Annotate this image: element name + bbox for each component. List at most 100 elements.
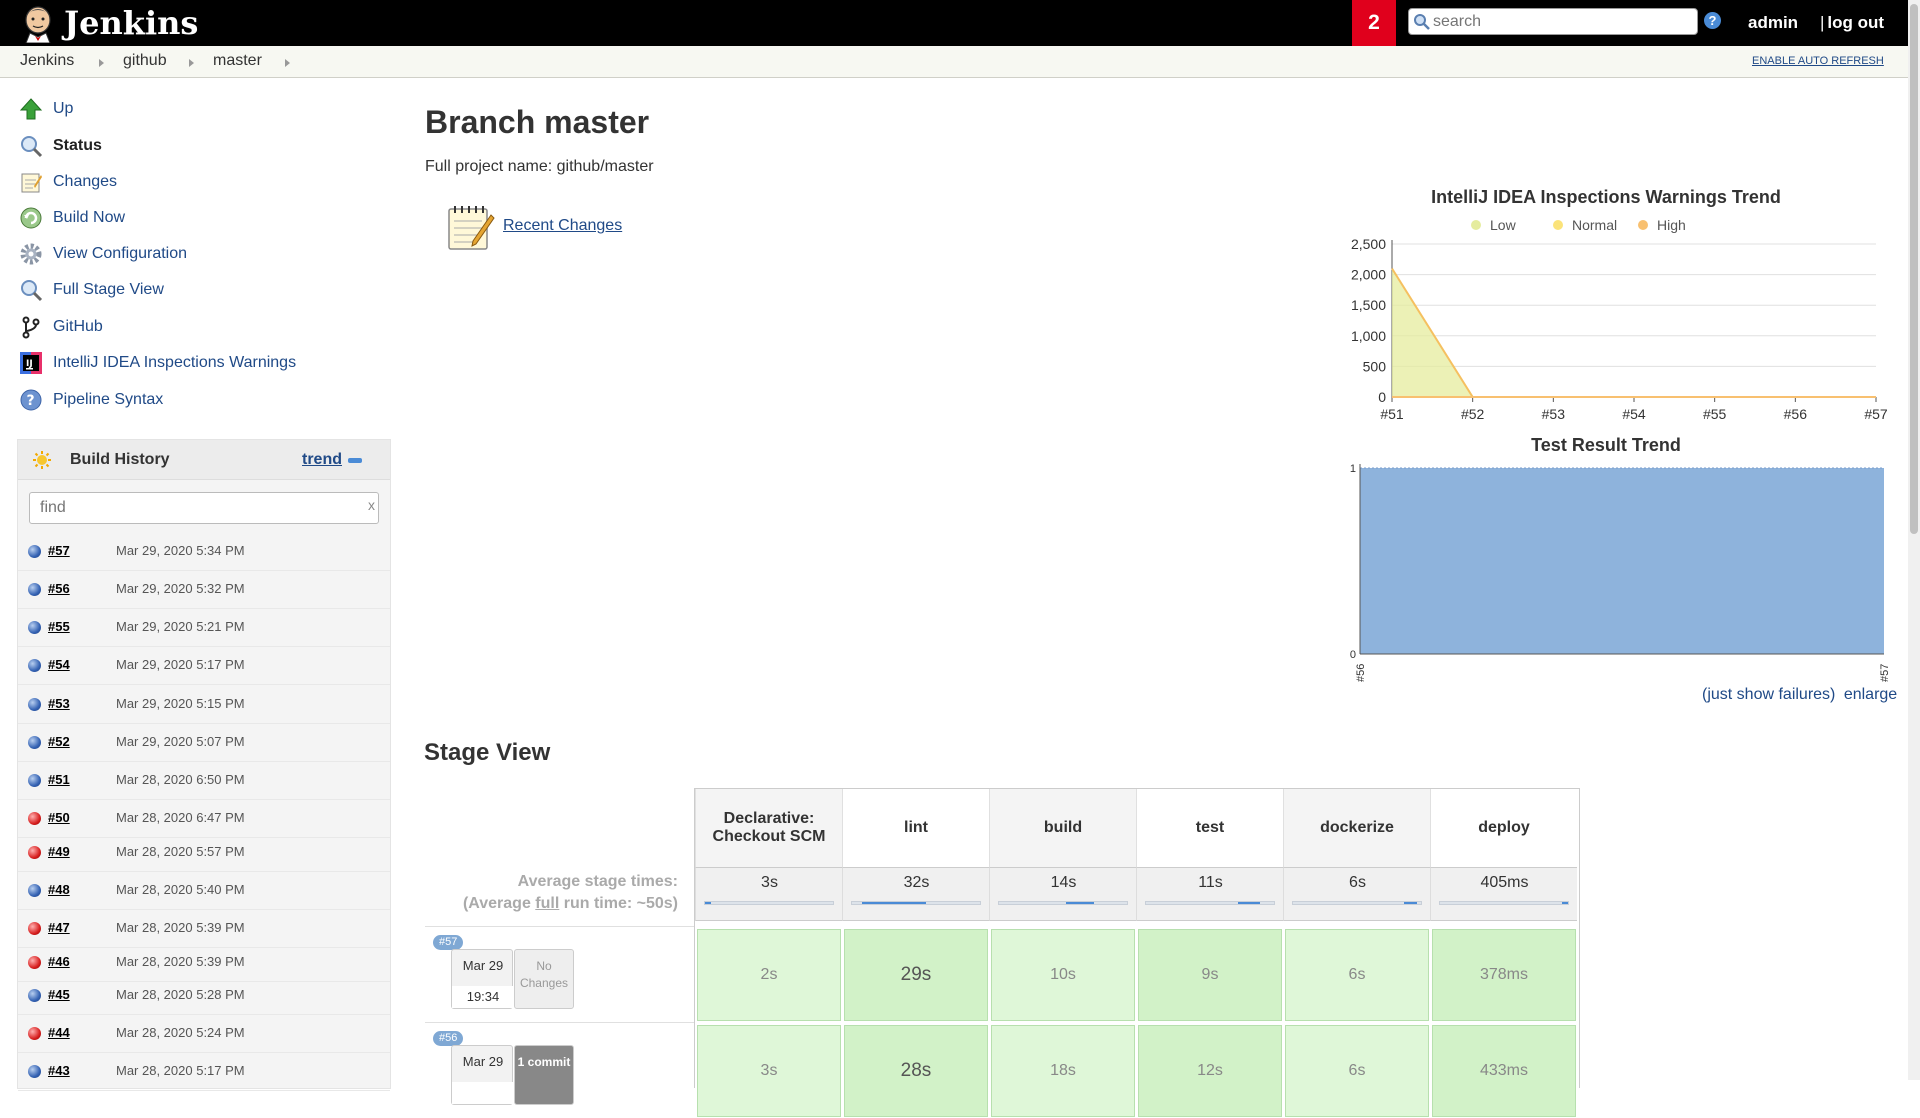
task-full-stage-view[interactable]: Full Stage View — [18, 276, 164, 304]
stage-cell[interactable]: 6s — [1285, 929, 1429, 1021]
stage-cell[interactable]: 3s — [697, 1025, 841, 1117]
build-number-link[interactable]: #49 — [48, 844, 70, 859]
build-number-link[interactable]: #47 — [48, 920, 70, 935]
notification-badge[interactable]: 2 — [1352, 0, 1396, 46]
stage-cell[interactable]: 2s — [697, 929, 841, 1021]
build-date[interactable]: Mar 29, 2020 5:17 PM — [116, 657, 245, 672]
build-row[interactable]: #49 Mar 28, 2020 5:57 PM — [18, 836, 390, 872]
breadcrumb-github[interactable]: github — [123, 52, 167, 70]
breadcrumb-arrow-icon[interactable] — [189, 59, 194, 67]
task-intellij-warnings[interactable]: IJ IntelliJ IDEA Inspections Warnings — [18, 349, 296, 377]
just-show-failures-link[interactable]: (just show failures) — [1702, 686, 1835, 703]
build-number-link[interactable]: #57 — [48, 543, 70, 558]
run-badge[interactable]: #57 — [433, 935, 464, 950]
enlarge-link[interactable]: enlarge — [1844, 686, 1897, 703]
build-date[interactable]: Mar 29, 2020 5:21 PM — [116, 619, 245, 634]
build-date[interactable]: Mar 29, 2020 5:32 PM — [116, 581, 245, 596]
build-date[interactable]: Mar 28, 2020 5:39 PM — [116, 920, 245, 935]
build-row[interactable]: #52 Mar 29, 2020 5:07 PM — [18, 726, 390, 762]
build-find-box[interactable]: x — [29, 492, 379, 524]
build-row[interactable]: #46 Mar 28, 2020 5:39 PM — [18, 946, 390, 982]
build-date[interactable]: Mar 28, 2020 5:17 PM — [116, 1063, 245, 1078]
enable-auto-refresh-link[interactable]: ENABLE AUTO REFRESH — [1752, 55, 1884, 67]
build-row[interactable]: #47 Mar 28, 2020 5:39 PM — [18, 912, 390, 948]
stage-cell[interactable]: 18s — [991, 1025, 1135, 1117]
run-changes[interactable]: 1 commit — [514, 1045, 574, 1105]
build-number-link[interactable]: #45 — [48, 987, 70, 1002]
build-date[interactable]: Mar 28, 2020 5:24 PM — [116, 1025, 245, 1040]
build-date[interactable]: Mar 29, 2020 5:34 PM — [116, 543, 245, 558]
stage-cell[interactable]: 9s — [1138, 929, 1282, 1021]
build-number-link[interactable]: #43 — [48, 1063, 70, 1078]
build-row[interactable]: #48 Mar 28, 2020 5:40 PM — [18, 874, 390, 910]
collapse-icon[interactable] — [348, 458, 362, 463]
build-row[interactable]: #54 Mar 29, 2020 5:17 PM — [18, 649, 390, 685]
build-row[interactable]: #50 Mar 28, 2020 6:47 PM — [18, 802, 390, 838]
user-link[interactable]: admin — [1748, 13, 1798, 33]
build-status-icon — [28, 545, 41, 558]
build-number-link[interactable]: #44 — [48, 1025, 70, 1040]
task-view-configuration[interactable]: View Configuration — [18, 240, 187, 268]
build-find-input[interactable] — [40, 497, 340, 519]
vertical-scrollbar[interactable] — [1908, 0, 1920, 1080]
build-number-link[interactable]: #48 — [48, 882, 70, 897]
scrollbar-thumb[interactable] — [1910, 4, 1918, 534]
help-icon[interactable]: ? — [1704, 12, 1721, 29]
build-date[interactable]: Mar 28, 2020 5:28 PM — [116, 987, 245, 1002]
task-github[interactable]: GitHub — [18, 313, 103, 341]
run-changes[interactable]: No Changes — [514, 949, 574, 1009]
task-build-now[interactable]: Build Now — [18, 204, 125, 232]
build-number-link[interactable]: #55 — [48, 619, 70, 634]
search-box[interactable] — [1408, 8, 1698, 35]
jenkins-logo[interactable]: Jenkins — [18, 2, 198, 44]
build-number-link[interactable]: #56 — [48, 581, 70, 596]
logout-link[interactable]: | log out — [1820, 13, 1884, 33]
stage-cell[interactable]: 12s — [1138, 1025, 1282, 1117]
build-row[interactable]: #55 Mar 29, 2020 5:21 PM — [18, 611, 390, 647]
build-row[interactable]: #45 Mar 28, 2020 5:28 PM — [18, 979, 390, 1015]
build-row[interactable]: #43 Mar 28, 2020 5:17 PM — [18, 1055, 390, 1091]
build-date[interactable]: Mar 28, 2020 5:39 PM — [116, 954, 245, 969]
breadcrumb-master[interactable]: master — [213, 52, 262, 70]
task-up[interactable]: Up — [18, 95, 73, 123]
pipeline-run[interactable]: #56 Mar 29 1 commit — [425, 1022, 694, 1118]
build-date[interactable]: Mar 29, 2020 5:15 PM — [116, 696, 245, 711]
test-result-trend-chart[interactable]: Test Result Trend 0 1 count #56 #57 — [1336, 432, 1896, 682]
task-status[interactable]: Status — [18, 132, 102, 160]
run-badge[interactable]: #56 — [433, 1031, 464, 1046]
build-row[interactable]: #44 Mar 28, 2020 5:24 PM — [18, 1017, 390, 1053]
build-row[interactable]: #57 Mar 29, 2020 5:34 PM — [18, 535, 390, 571]
build-row[interactable]: #51 Mar 28, 2020 6:50 PM — [18, 764, 390, 800]
sun-icon — [33, 451, 51, 469]
build-date[interactable]: Mar 28, 2020 5:40 PM — [116, 882, 245, 897]
build-date[interactable]: Mar 28, 2020 5:57 PM — [116, 844, 245, 859]
breadcrumb-arrow-icon[interactable] — [285, 59, 290, 67]
recent-changes-link[interactable]: Recent Changes — [503, 217, 622, 235]
pipeline-run[interactable]: #57 Mar 29 19:34 No Changes — [425, 926, 694, 1022]
breadcrumb-jenkins[interactable]: Jenkins — [20, 52, 74, 70]
stage-cell[interactable]: 10s — [991, 929, 1135, 1021]
task-changes[interactable]: Changes — [18, 168, 117, 196]
clear-find-icon[interactable]: x — [368, 497, 375, 513]
breadcrumb-arrow-icon[interactable] — [99, 59, 104, 67]
search-input[interactable] — [1433, 11, 1693, 33]
stage-cell[interactable]: 433ms — [1432, 1025, 1576, 1117]
build-number-link[interactable]: #51 — [48, 772, 70, 787]
stage-cell[interactable]: 28s — [844, 1025, 988, 1117]
build-row[interactable]: #56 Mar 29, 2020 5:32 PM — [18, 573, 390, 609]
warnings-trend-chart[interactable]: IntelliJ IDEA Inspections Warnings Trend… — [1336, 182, 1896, 426]
task-pipeline-syntax[interactable]: ? Pipeline Syntax — [18, 386, 163, 414]
build-row[interactable]: #53 Mar 29, 2020 5:15 PM — [18, 688, 390, 724]
build-number-link[interactable]: #50 — [48, 810, 70, 825]
stage-cell[interactable]: 6s — [1285, 1025, 1429, 1117]
build-number-link[interactable]: #46 — [48, 954, 70, 969]
trend-link[interactable]: trend — [302, 451, 342, 469]
build-number-link[interactable]: #52 — [48, 734, 70, 749]
build-date[interactable]: Mar 29, 2020 5:07 PM — [116, 734, 245, 749]
stage-cell[interactable]: 378ms — [1432, 929, 1576, 1021]
build-date[interactable]: Mar 28, 2020 6:50 PM — [116, 772, 245, 787]
build-number-link[interactable]: #53 — [48, 696, 70, 711]
stage-cell[interactable]: 29s — [844, 929, 988, 1021]
build-date[interactable]: Mar 28, 2020 6:47 PM — [116, 810, 245, 825]
build-number-link[interactable]: #54 — [48, 657, 70, 672]
